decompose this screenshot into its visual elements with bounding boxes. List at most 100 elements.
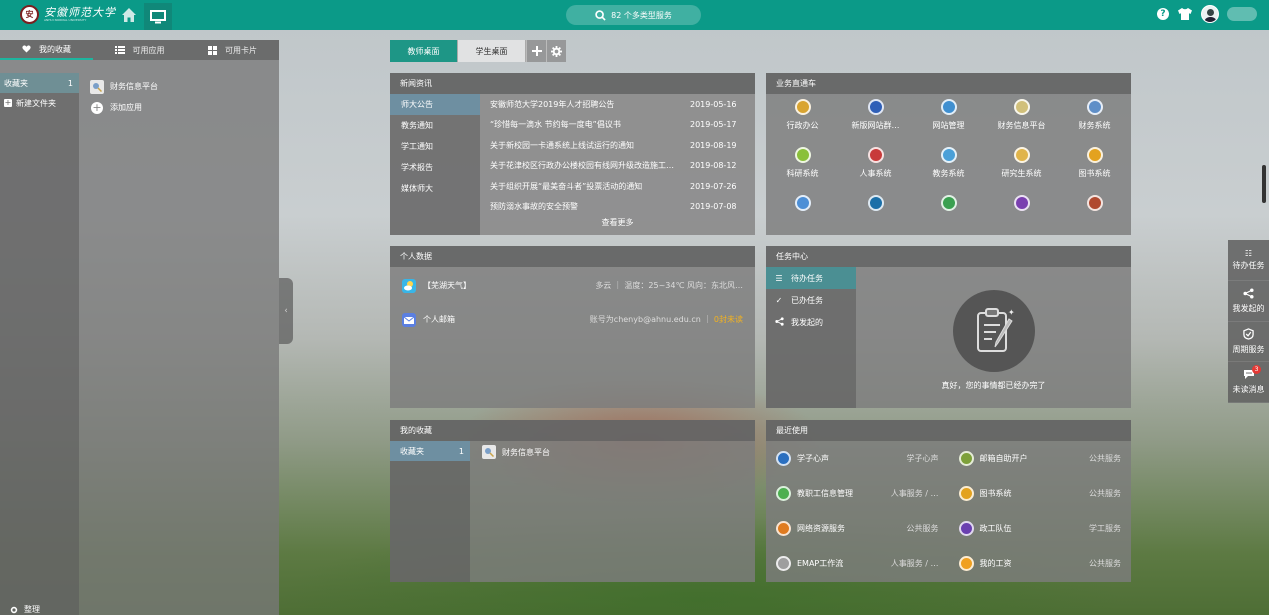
mail-unread[interactable]: 0封未读 xyxy=(714,315,743,324)
task-tab-initiated[interactable]: 我发起的 xyxy=(766,311,856,333)
business-item[interactable]: 财务系统 xyxy=(1058,99,1131,131)
student-voice-icon xyxy=(776,451,791,466)
business-item[interactable]: 教务系统 xyxy=(912,147,985,179)
share-icon xyxy=(773,316,785,328)
top-right-tools: ? xyxy=(1157,5,1257,23)
add-desktop-button[interactable] xyxy=(526,40,546,62)
graduate-icon xyxy=(1013,147,1030,163)
news-category[interactable]: 教务通知 xyxy=(390,115,480,136)
recent-item[interactable]: 我的工资 公共服务 xyxy=(949,546,1132,581)
left-sidebar: 我的收藏 可用应用 可用卡片 收藏夹 1 + 新建文件夹 财务信息平台 + 添加… xyxy=(0,40,279,615)
new-folder-button[interactable]: + 新建文件夹 xyxy=(0,93,79,113)
news-category[interactable]: 媒体师大 xyxy=(390,178,480,199)
recent-item[interactable]: 政工队伍 学工服务 xyxy=(949,511,1132,546)
float-messages-button[interactable]: 3 未读消息 xyxy=(1228,362,1269,403)
business-item[interactable]: 行政办公 xyxy=(766,99,839,131)
weather-row[interactable]: 【芜湖天气】 多云 ｜ 温度：25~34℃ 风向：东北风… xyxy=(390,270,755,301)
business-item[interactable]: 研究生系统 xyxy=(985,147,1058,179)
news-title: 关于花津校区行政办公楼校园有线网升级改造施工… xyxy=(490,161,674,171)
news-category[interactable]: 师大公告 xyxy=(390,94,480,115)
skin-icon[interactable] xyxy=(1177,7,1193,21)
university-logo[interactable]: 安 安徽师范大学 ANHUI NORMAL UNIVERSITY xyxy=(20,5,116,24)
recent-item[interactable]: 网络资源服务 公共服务 xyxy=(766,511,949,546)
recent-name: EMAP工作流 xyxy=(797,559,844,568)
tab-available-apps[interactable]: 可用应用 xyxy=(93,40,186,60)
task-tab-todo[interactable]: ☰ 待办任务 xyxy=(766,267,856,289)
recent-name: 学子心声 xyxy=(797,454,829,463)
personal-data-card: 个人数据 【芜湖天气】 多云 ｜ 温度：25~34℃ 风向：东北风… 个人邮箱 … xyxy=(390,246,755,408)
float-todo-button[interactable]: ☷ 待办任务 xyxy=(1228,240,1269,281)
card-title: 我的收藏 xyxy=(390,420,755,441)
float-periodic-button[interactable]: 周期服务 xyxy=(1228,322,1269,363)
business-item[interactable] xyxy=(985,195,1058,216)
tab-my-favorites[interactable]: 我的收藏 xyxy=(0,40,93,60)
finance-system-icon xyxy=(1086,99,1103,115)
user-name-blurred[interactable] xyxy=(1227,7,1257,21)
business-item[interactable]: 图书系统 xyxy=(1058,147,1131,179)
add-app-button[interactable]: + 添加应用 xyxy=(90,97,158,118)
task-tab-done[interactable]: ✓ 已办任务 xyxy=(766,289,856,311)
mail-account-icon xyxy=(958,451,974,466)
home-icon[interactable] xyxy=(121,7,137,23)
float-label: 待办任务 xyxy=(1232,260,1265,270)
task-tab-label: 已办任务 xyxy=(791,295,823,305)
business-item[interactable]: 人事系统 xyxy=(839,147,912,179)
search-bar[interactable]: 82 个多类型服务 xyxy=(566,5,701,25)
business-item[interactable]: 新版网站群… xyxy=(839,99,912,131)
float-label: 周期服务 xyxy=(1232,344,1265,354)
favorites-folder[interactable]: 收藏夹 1 xyxy=(390,441,470,461)
app-item[interactable]: 财务信息平台 xyxy=(90,76,158,97)
business-item[interactable]: 科研系统 xyxy=(766,147,839,179)
recent-name: 政工队伍 xyxy=(979,524,1012,533)
news-date: 2019-08-19 xyxy=(690,140,737,150)
sidebar-collapse-handle[interactable]: ‹ xyxy=(279,278,293,344)
recent-category: 人事服务 / … xyxy=(890,559,939,568)
unread-badge: 3 xyxy=(1252,365,1261,375)
tab-student-desktop[interactable]: 学生桌面 xyxy=(458,40,526,62)
desktop-settings-button[interactable] xyxy=(546,40,566,62)
recent-item[interactable]: 邮箱自助开户 公共服务 xyxy=(949,441,1132,476)
news-item[interactable]: 预防溺水事故的安全预警 2019-07-08 xyxy=(480,197,755,218)
recent-item[interactable]: 教职工信息管理 人事服务 / … xyxy=(766,476,949,511)
news-item[interactable]: 安徽师范大学2019年人才招聘公告 2019-05-16 xyxy=(480,94,755,115)
news-item[interactable]: “珍惜每一滴水 节约每一度电”倡议书 2019-05-17 xyxy=(480,115,755,136)
news-card: 新闻资讯 师大公告 教务通知 学工通知 学术报告 媒体师大 安徽师范大学2019… xyxy=(390,73,755,235)
tab-available-cards[interactable]: 可用卡片 xyxy=(186,40,279,60)
float-initiated-button[interactable]: 我发起的 xyxy=(1228,281,1269,322)
organize-button[interactable]: 整理 xyxy=(10,604,40,615)
help-icon[interactable]: ? xyxy=(1157,8,1169,20)
app-icon xyxy=(794,195,811,211)
avatar[interactable] xyxy=(1201,5,1219,23)
business-item[interactable] xyxy=(912,195,985,216)
recent-item[interactable]: 图书系统 公共服务 xyxy=(949,476,1132,511)
library-icon xyxy=(1086,147,1103,163)
news-item[interactable]: 关于花津校区行政办公楼校园有线网升级改造施工… 2019-08-12 xyxy=(480,156,755,177)
mail-row[interactable]: 个人邮箱 账号为chenyb@ahnu.edu.cn ｜ 0封未读 xyxy=(390,304,755,335)
folder-item[interactable]: 收藏夹 1 xyxy=(0,73,79,93)
tab-teacher-desktop[interactable]: 教师桌面 xyxy=(390,40,458,62)
business-item[interactable]: 财务信息平台 xyxy=(985,99,1058,131)
desktop-icon[interactable] xyxy=(144,3,172,30)
business-item[interactable] xyxy=(1058,195,1131,216)
business-item[interactable] xyxy=(839,195,912,216)
globe-icon xyxy=(940,195,957,211)
view-more-link[interactable]: 查看更多 xyxy=(480,217,755,231)
academic-icon xyxy=(940,147,957,163)
news-category[interactable]: 学工通知 xyxy=(390,136,480,157)
finance-icon xyxy=(90,79,104,94)
news-item[interactable]: 关于组织开展“最美奋斗者”投票活动的通知 2019-07-26 xyxy=(480,176,755,197)
business-item[interactable]: 网站管理 xyxy=(912,99,985,131)
recent-item[interactable]: EMAP工作流 人事服务 / … xyxy=(766,546,949,581)
business-label: 财务系统 xyxy=(1078,121,1111,130)
page-scrollbar[interactable] xyxy=(1262,165,1266,203)
news-category[interactable]: 学术报告 xyxy=(390,157,480,178)
business-item[interactable] xyxy=(766,195,839,216)
folder-label: 收藏夹 xyxy=(4,78,28,88)
news-item[interactable]: 关于新校园一卡通系统上线试运行的通知 2019-08-19 xyxy=(480,135,755,156)
recent-card: 最近使用 学子心声 学子心声 邮箱自助开户 公共服务 教职工信息管理 人事服务 / …… xyxy=(766,420,1131,582)
gear-icon xyxy=(551,45,562,57)
news-list: 安徽师范大学2019年人才招聘公告 2019-05-16 “珍惜每一滴水 节约每一… xyxy=(480,94,755,235)
favorites-folders: 收藏夹 1 xyxy=(390,441,470,582)
favorite-app[interactable]: 财务信息平台 xyxy=(482,445,550,459)
recent-item[interactable]: 学子心声 学子心声 xyxy=(766,441,949,476)
